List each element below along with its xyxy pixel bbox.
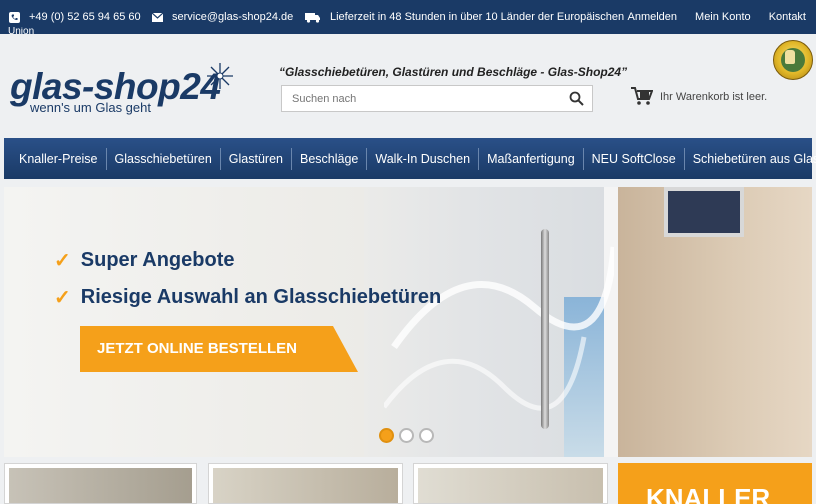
door-handle [541, 229, 549, 429]
search-input[interactable] [282, 86, 562, 111]
header-tagline: “Glasschiebetüren, Glastüren und Beschlä… [279, 65, 628, 79]
search-box [281, 85, 593, 112]
hero-line-2-text: Riesige Auswahl an Glasschiebetüren [80, 286, 442, 308]
delivery-info: Lieferzeit in 48 Stunden in über 10 Länd… [305, 11, 624, 24]
logo-star-icon [207, 63, 233, 89]
nav-item-glastueren[interactable]: Glastüren [221, 147, 292, 170]
check-icon: ✓ [54, 250, 71, 272]
top-bar: +49 (0) 52 65 94 65 60 service@glas-shop… [0, 0, 816, 34]
login-link[interactable]: Anmelden [627, 11, 677, 23]
contact-link[interactable]: Kontakt [769, 11, 806, 23]
hero-line-2: ✓ Riesige Auswahl an Glasschiebetüren [54, 285, 441, 310]
glass-etching-decoration [384, 246, 614, 411]
hero-line-1: ✓ Super Angebote [54, 248, 234, 273]
delivery-text: Lieferzeit in 48 Stunden in über 10 Länd… [330, 11, 625, 23]
email-contact[interactable]: service@glas-shop24.de [152, 11, 293, 24]
slider-pagination [379, 428, 434, 443]
cart-icon [631, 87, 653, 105]
email-address: service@glas-shop24.de [172, 11, 294, 23]
wall-picture [664, 187, 744, 237]
slider-dot-3[interactable] [419, 428, 434, 443]
account-links: Anmelden Mein Konto Kontakt [627, 11, 806, 23]
site-logo[interactable]: glas-shop24 wenn's um Glas geht [10, 63, 240, 120]
nav-item-glasschiebetueren[interactable]: Glasschiebetüren [107, 147, 221, 170]
search-icon[interactable] [569, 91, 584, 106]
mail-icon [152, 13, 163, 22]
cart-widget[interactable]: Ihr Warenkorb ist leer. [631, 87, 767, 106]
check-icon: ✓ [54, 287, 71, 309]
order-now-button[interactable]: JETZT ONLINE BESTELLEN [80, 326, 358, 372]
nav-item-massanfertigung[interactable]: Maßanfertigung [479, 147, 584, 170]
hero-slider[interactable]: ✓ Super Angebote ✓ Riesige Auswahl an Gl… [4, 187, 812, 457]
phone-contact[interactable]: +49 (0) 52 65 94 65 60 [9, 11, 141, 24]
teaser-card-2[interactable] [208, 463, 403, 504]
hero-background [4, 187, 364, 457]
slider-dot-2[interactable] [399, 428, 414, 443]
nav-item-beschlaege[interactable]: Beschläge [292, 147, 368, 170]
hero-line-1-text: Super Angebote [80, 249, 235, 271]
logo-slogan: wenn's um Glas geht [30, 100, 151, 115]
truck-icon [305, 13, 320, 23]
slider-dot-1[interactable] [379, 428, 394, 443]
teaser-card-3[interactable] [413, 463, 608, 504]
my-account-link[interactable]: Mein Konto [695, 11, 751, 23]
cart-status: Ihr Warenkorb ist leer. [660, 90, 768, 103]
delivery-text-continued: Union [8, 27, 35, 34]
seal-badge [773, 40, 813, 80]
nav-item-walk-in-duschen[interactable]: Walk-In Duschen [367, 147, 480, 170]
nav-item-schiebetueren-aus-glas[interactable]: Schiebetüren aus Glas [685, 148, 816, 170]
phone-icon [9, 12, 20, 23]
main-navigation: Knaller-Preise Glasschiebetüren Glastüre… [4, 138, 816, 179]
teaser-card-1[interactable] [4, 463, 197, 504]
phone-number: +49 (0) 52 65 94 65 60 [29, 11, 141, 23]
knaller-promo-banner[interactable]: KNALLER [618, 463, 812, 504]
nav-item-softclose[interactable]: NEU SoftClose [584, 147, 685, 170]
nav-item-knaller-preise[interactable]: Knaller-Preise [11, 147, 107, 170]
